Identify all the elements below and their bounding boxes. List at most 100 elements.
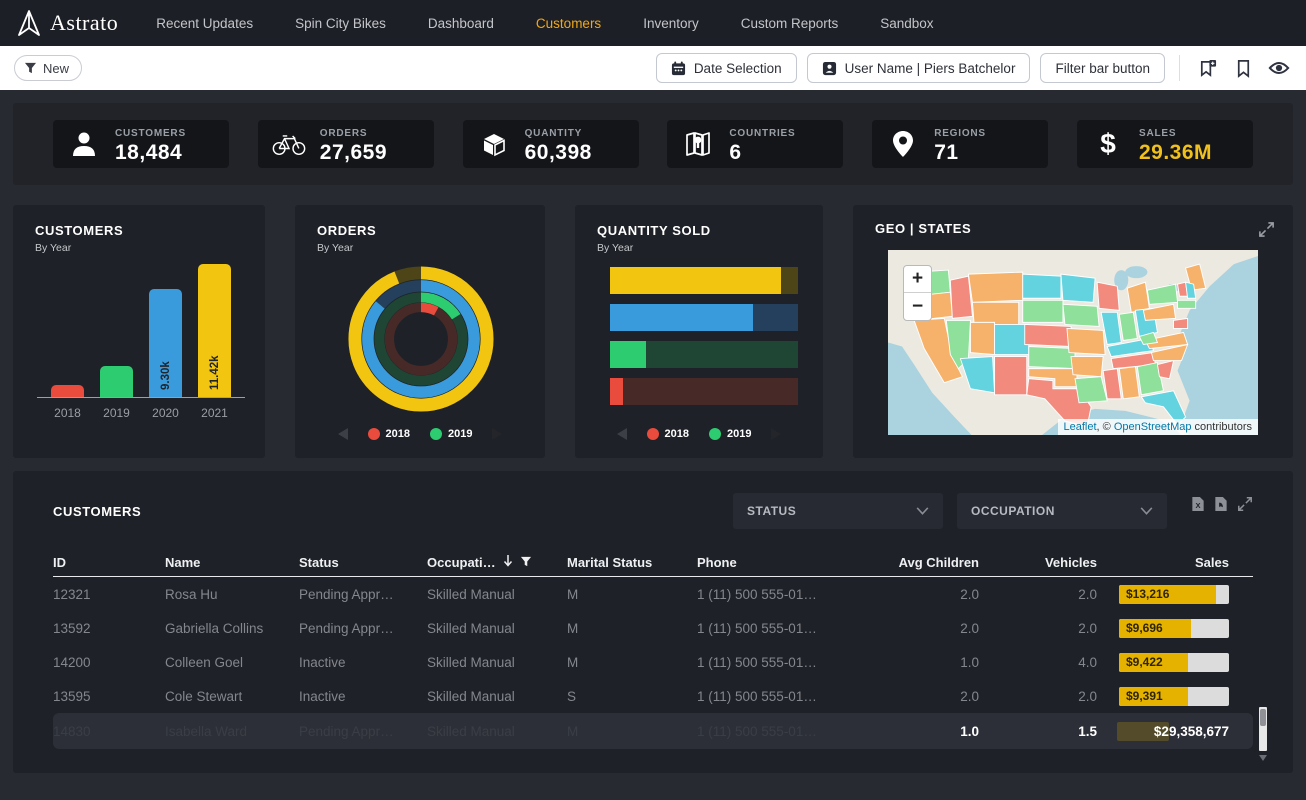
hbar-2020[interactable] [610, 304, 798, 331]
chart-subtitle: By Year [317, 242, 525, 254]
column-header-occupation[interactable]: Occupati… [427, 555, 567, 570]
customers-bar-chart[interactable]: 9.30k11.42k 2018201920202021 [37, 263, 245, 420]
quantity-hbar-chart[interactable] [610, 267, 798, 405]
geo-title: GEO | STATES [875, 221, 971, 236]
openstreetmap-link[interactable]: OpenStreetMap [1114, 421, 1192, 433]
geo-map-panel: GEO | STATES [853, 205, 1293, 458]
legend-next-arrow-icon[interactable] [492, 428, 502, 440]
nav-item-spin-city-bikes[interactable]: Spin City Bikes [295, 16, 386, 31]
nav-item-customers[interactable]: Customers [536, 16, 601, 31]
kpi-regions[interactable]: REGIONS 71 [872, 120, 1048, 168]
cell-name: Colleen Goel [165, 655, 299, 670]
status-filter-dropdown[interactable]: STATUS [733, 493, 943, 529]
zoom-in-button[interactable]: + [904, 266, 931, 293]
orders-donut-panel: ORDERS By Year 2018 2019 [295, 205, 545, 458]
attribution-text: contributors [1191, 421, 1252, 433]
legend-item-2018[interactable]: 2018 [368, 428, 410, 440]
occupation-filter-dropdown[interactable]: OCCUPATION [957, 493, 1167, 529]
legend-item-2019[interactable]: 2019 [430, 428, 472, 440]
cell-id: 12321 [53, 587, 165, 602]
bar-2019[interactable] [100, 366, 133, 397]
column-header-status[interactable]: Status [299, 555, 427, 570]
bar-2018[interactable] [51, 385, 84, 397]
legend-item-2019[interactable]: 2019 [709, 428, 751, 440]
column-header-name[interactable]: Name [165, 555, 299, 570]
zoom-out-button[interactable]: − [904, 293, 931, 320]
column-header-sales[interactable]: Sales [1097, 555, 1247, 570]
table-row[interactable]: 13592Gabriella CollinsPending Appr…Skill… [53, 611, 1253, 645]
map-icon [681, 130, 715, 158]
svg-text:X: X [1195, 501, 1200, 510]
legend-dot-icon [709, 428, 721, 440]
date-selection-button[interactable]: Date Selection [656, 53, 797, 83]
column-header-label: Vehicles [1045, 555, 1097, 570]
nav-item-dashboard[interactable]: Dashboard [428, 16, 494, 31]
view-mode-button[interactable] [1266, 55, 1292, 81]
table-totals-row: 14830Isabella WardPending Appr…Skilled M… [53, 713, 1253, 749]
column-header-label: Marital Status [567, 555, 652, 570]
add-bookmark-button[interactable] [1194, 55, 1220, 81]
leaflet-link[interactable]: Leaflet [1064, 421, 1097, 433]
kpi-label: QUANTITY [525, 128, 583, 139]
hbar-2019[interactable] [610, 341, 798, 368]
x-axis-label: 2019 [100, 406, 133, 420]
nav-item-sandbox[interactable]: Sandbox [880, 16, 933, 31]
chart-title: ORDERS [317, 223, 525, 238]
cell-marital: M [567, 655, 697, 670]
hbar-2021[interactable] [610, 267, 798, 294]
column-header-avg_children[interactable]: Avg Children [867, 555, 979, 570]
scrollbar-thumb[interactable] [1260, 709, 1266, 726]
column-header-phone[interactable]: Phone [697, 555, 867, 570]
new-filter-button[interactable]: New [14, 55, 82, 81]
cell-avg_children: 2.0 [867, 689, 979, 704]
bookmarks-button[interactable] [1230, 55, 1256, 81]
kpi-countries[interactable]: COUNTRIES 6 [667, 120, 843, 168]
customers-table-panel: CUSTOMERS STATUS OCCUPATION X [13, 471, 1293, 773]
leaflet-map[interactable]: + − Leaflet, © OpenStreetMap contributor… [888, 250, 1258, 435]
expand-table-button[interactable] [1237, 496, 1253, 512]
export-file-button[interactable] [1214, 496, 1228, 512]
kpi-quantity[interactable]: QUANTITY 60,398 [463, 120, 639, 168]
legend-prev-arrow-icon[interactable] [617, 428, 627, 440]
export-excel-button[interactable]: X [1191, 496, 1205, 512]
kpi-customers[interactable]: CUSTOMERS 18,484 [53, 120, 229, 168]
filter-toolbar: New Date Selection User Name | Piers Bat… [0, 46, 1306, 90]
us-states-choropleth [888, 250, 1258, 435]
table-row[interactable]: 13595Cole StewartInactiveSkilled ManualS… [53, 679, 1253, 713]
column-filter-icon[interactable] [520, 555, 532, 570]
table-scrollbar[interactable] [1259, 707, 1267, 751]
kpi-orders[interactable]: ORDERS 27,659 [258, 120, 434, 168]
kpi-label: ORDERS [320, 128, 368, 139]
user-name-button[interactable]: User Name | Piers Batchelor [807, 53, 1031, 83]
column-header-vehicles[interactable]: Vehicles [979, 555, 1097, 570]
filter-bar-button[interactable]: Filter bar button [1040, 53, 1165, 83]
cell-status: Inactive [299, 689, 427, 704]
cell-marital: S [567, 689, 697, 704]
table-row[interactable]: 12321Rosa HuPending Appr…Skilled ManualM… [53, 577, 1253, 611]
cell-vehicles: 2.0 [979, 689, 1097, 704]
table-row[interactable]: 14200Colleen GoelInactiveSkilled ManualM… [53, 645, 1253, 679]
cell-status: Inactive [299, 655, 427, 670]
cell-occupation: Skilled Manual [427, 621, 567, 636]
brand[interactable]: Astrato [16, 9, 118, 37]
column-header-id[interactable]: ID [53, 555, 165, 570]
sort-desc-icon[interactable] [503, 555, 513, 570]
legend-prev-arrow-icon[interactable] [338, 428, 348, 440]
nav-item-inventory[interactable]: Inventory [643, 16, 699, 31]
kpi-sales[interactable]: $ SALES 29.36M [1077, 120, 1253, 168]
column-header-marital[interactable]: Marital Status [567, 555, 697, 570]
legend-next-arrow-icon[interactable] [771, 428, 781, 440]
legend-label: 2018 [665, 428, 689, 440]
bar-2020[interactable]: 9.30k [149, 289, 182, 397]
legend-dot-icon [368, 428, 380, 440]
legend-item-2018[interactable]: 2018 [647, 428, 689, 440]
nav-item-custom-reports[interactable]: Custom Reports [741, 16, 839, 31]
expand-icon[interactable] [1258, 221, 1275, 238]
nav-item-recent-updates[interactable]: Recent Updates [156, 16, 253, 31]
orders-donut-chart[interactable] [317, 260, 525, 418]
bar-2021[interactable]: 11.42k [198, 264, 231, 397]
sales-bar-cell: $9,696 [1097, 619, 1247, 638]
hbar-2018[interactable] [610, 378, 798, 405]
scroll-down-arrow[interactable] [1259, 755, 1267, 761]
bar-value-label: 9.30k [160, 289, 172, 397]
